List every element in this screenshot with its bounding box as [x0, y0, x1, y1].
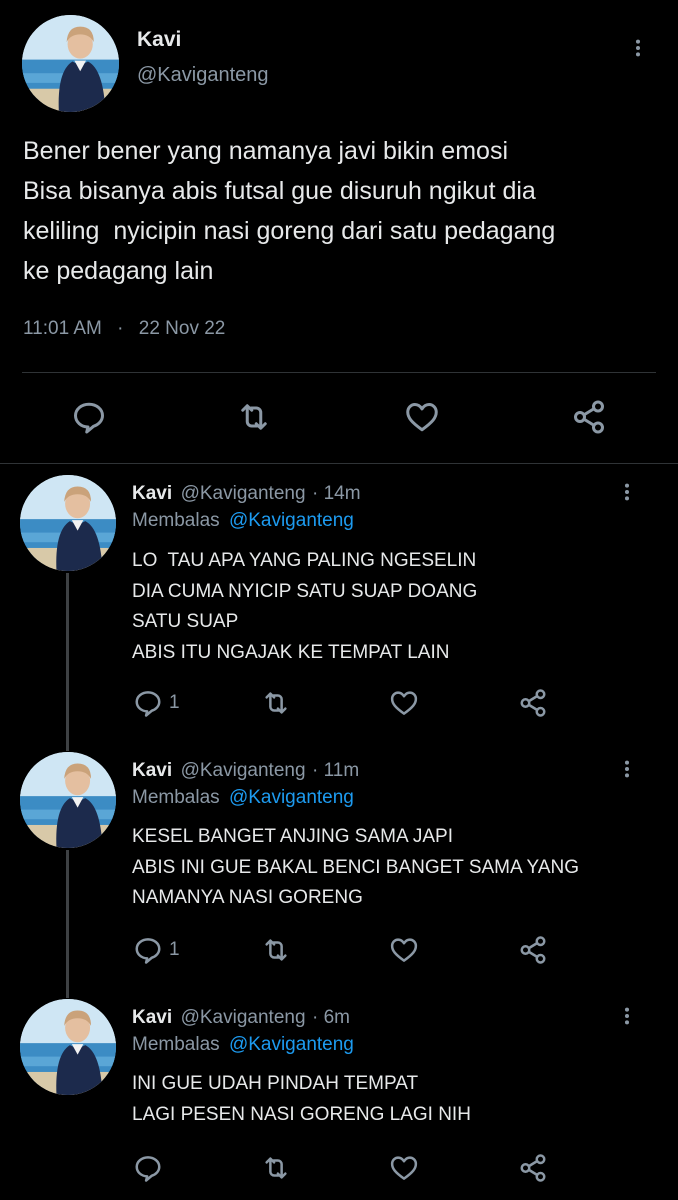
retweet-button[interactable]	[235, 399, 273, 435]
replying-to: Membalas @Kaviganteng	[132, 787, 354, 809]
more-vertical-icon[interactable]	[616, 480, 638, 504]
replying-label: Membalas	[132, 787, 220, 808]
reply-button[interactable]: 1	[133, 688, 180, 718]
reply-avatar[interactable]	[20, 475, 116, 571]
main-tweet-text: Bener bener yang namanya javi bikin emos…	[23, 131, 663, 291]
reply-author-name[interactable]: Kavi	[132, 1007, 172, 1028]
reply-text-line: KESEL BANGET ANJING SAMA JAPI	[132, 826, 453, 847]
heart-icon	[389, 688, 419, 718]
reply-avatar[interactable]	[20, 752, 116, 848]
reply-text-line: NAMANYA NASI GORENG	[132, 887, 363, 908]
share-button[interactable]	[518, 688, 548, 718]
more-vertical-icon[interactable]	[616, 757, 638, 781]
replying-to: Membalas @Kaviganteng	[132, 1034, 354, 1056]
reply-text-line: DIA CUMA NYICIP SATU SUAP DOANG	[132, 580, 478, 602]
heart-icon	[404, 399, 440, 435]
tweet-timestamp[interactable]: 11:01 AM · 22 Nov 22	[23, 318, 225, 340]
thread-line	[66, 850, 69, 998]
main-avatar[interactable]	[22, 15, 119, 112]
thread-line	[66, 573, 69, 751]
retweet-icon	[235, 399, 273, 435]
share-icon	[518, 1153, 548, 1183]
replying-to: Membalas @Kaviganteng	[132, 510, 354, 532]
replying-label: Membalas	[132, 510, 220, 531]
heart-icon	[389, 935, 419, 965]
retweet-icon	[260, 1153, 292, 1183]
reply-author-handle[interactable]: @Kaviganteng	[181, 1007, 306, 1028]
retweet-button[interactable]	[260, 935, 292, 965]
reply-icon	[133, 688, 163, 718]
reply-text-line: SATU SUAP	[132, 611, 239, 632]
share-button[interactable]	[518, 1153, 548, 1183]
share-icon	[571, 399, 607, 435]
tweet-time: 11:01 AM	[23, 318, 102, 339]
main-author-handle[interactable]: @Kaviganteng	[137, 64, 269, 87]
divider	[0, 463, 678, 464]
heart-icon	[389, 1153, 419, 1183]
reply-author-name[interactable]: Kavi	[132, 760, 172, 781]
reply-text-line: ABIS INI GUE BAKAL BENCI BANGET SAMA YAN…	[132, 856, 579, 878]
reply-button[interactable]: 1	[133, 935, 180, 965]
reply-button[interactable]	[71, 399, 107, 435]
reply-text-line: LAGI PESEN NASI GORENG LAGI NIH	[132, 1103, 471, 1125]
like-button[interactable]	[389, 935, 419, 965]
reply-text: LO TAU APA YANG PALING NGESELIN DIA CUMA…	[132, 546, 652, 668]
reply-text: KESEL BANGET ANJING SAMA JAPI ABIS INI G…	[132, 822, 652, 914]
main-author-name[interactable]: Kavi	[137, 28, 181, 52]
reply-text-line: INI GUE UDAH PINDAH TEMPAT	[132, 1073, 419, 1094]
retweet-icon	[260, 688, 292, 718]
share-button[interactable]	[518, 935, 548, 965]
retweet-button[interactable]	[260, 1153, 292, 1183]
reply-age: · 14m	[311, 483, 361, 504]
replying-label: Membalas	[132, 1034, 220, 1055]
reply-header: Kavi @Kaviganteng · 6m	[132, 1007, 350, 1029]
main-text-line: Bener bener yang namanya javi bikin emos…	[23, 137, 508, 165]
reply-count: 1	[169, 692, 180, 713]
reply-avatar[interactable]	[20, 999, 116, 1095]
divider	[22, 372, 656, 373]
like-button[interactable]	[389, 1153, 419, 1183]
retweet-icon	[260, 935, 292, 965]
replying-to-handle[interactable]: @Kaviganteng	[229, 510, 354, 531]
reply-icon	[133, 1153, 163, 1183]
main-text-line: keliling nyicipin nasi goreng dari satu …	[23, 217, 556, 245]
reply-button[interactable]	[133, 1153, 169, 1183]
share-icon	[518, 688, 548, 718]
more-vertical-icon[interactable]	[616, 1004, 638, 1028]
replying-to-handle[interactable]: @Kaviganteng	[229, 787, 354, 808]
reply-header: Kavi @Kaviganteng · 11m	[132, 760, 359, 782]
like-button[interactable]	[404, 399, 440, 435]
main-text-line: ke pedagang lain	[23, 257, 214, 285]
tweet-date: 22 Nov 22	[138, 318, 226, 339]
main-text-line: Bisa bisanya abis futsal gue disuruh ngi…	[23, 177, 536, 205]
reply-age: · 6m	[311, 1007, 350, 1028]
reply-icon	[133, 935, 163, 965]
like-button[interactable]	[389, 688, 419, 718]
retweet-button[interactable]	[260, 688, 292, 718]
reply-author-name[interactable]: Kavi	[132, 483, 172, 504]
reply-icon	[71, 399, 107, 435]
more-vertical-icon[interactable]	[627, 35, 649, 61]
reply-author-handle[interactable]: @Kaviganteng	[181, 760, 306, 781]
reply-text-line: ABIS ITU NGAJAK KE TEMPAT LAIN	[132, 641, 450, 663]
reply-age: · 11m	[311, 760, 360, 781]
share-icon	[518, 935, 548, 965]
reply-count: 1	[169, 939, 180, 960]
share-button[interactable]	[571, 399, 607, 435]
reply-header: Kavi @Kaviganteng · 14m	[132, 483, 361, 505]
reply-author-handle[interactable]: @Kaviganteng	[181, 483, 306, 504]
reply-text-line: LO TAU APA YANG PALING NGESELIN	[132, 550, 477, 571]
replying-to-handle[interactable]: @Kaviganteng	[229, 1034, 354, 1055]
meta-separator: ·	[117, 318, 124, 339]
reply-text: INI GUE UDAH PINDAH TEMPAT LAGI PESEN NA…	[132, 1069, 652, 1130]
